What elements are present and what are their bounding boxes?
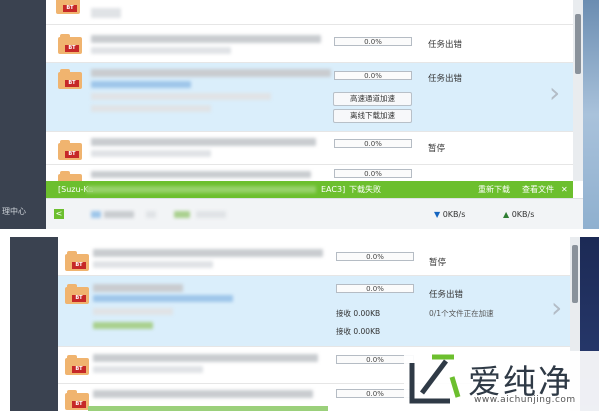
received-size-accel: 接收 0.00KB <box>336 327 381 336</box>
task-row[interactable]: BT 0.0% 暂停 <box>58 237 570 276</box>
task-status: 暂停 <box>428 144 446 154</box>
task-status: 暂停 <box>429 258 447 268</box>
scrollbar[interactable] <box>573 0 583 181</box>
progress-bar: 0.0% <box>336 284 414 293</box>
folder-bt-icon: BT <box>65 390 89 410</box>
folder-bt-icon: BT <box>65 355 89 375</box>
watermark: 爱纯净 www.aichunjing.com <box>404 351 599 411</box>
task-list: BT BT 0.0% 任务出错 BT 0.0% 任务出错 高速通道加速 离线下载… <box>46 0 573 191</box>
chevron-right-icon[interactable]: › <box>551 294 562 322</box>
status-footer: < ▼ 0KB/s ▲ 0KB/s <box>46 198 583 230</box>
sidebar-label: 理中心 <box>2 207 26 216</box>
progress-bar: 0.0% <box>336 355 414 364</box>
upload-arrow-icon: ▲ <box>503 210 510 219</box>
sidebar <box>0 0 46 229</box>
task-row-selected[interactable]: BT 0.0% 任务出错 高速通道加速 离线下载加速 › <box>46 63 573 132</box>
progress-bar: 0.0% <box>336 252 414 261</box>
folder-bt-icon: BT <box>65 284 89 304</box>
back-button[interactable]: < <box>54 209 64 219</box>
download-speed: ▼ 0KB/s <box>434 210 465 219</box>
panel-top: 理中心 BT BT 0.0% 任务出错 BT 0.0% 任务出错 高速通道加速 … <box>0 0 599 230</box>
progress-bar: 0.0% <box>334 37 412 46</box>
task-row[interactable]: BT 0.0% 任务出错 <box>46 25 573 63</box>
accel-file-count: 0/1个文件正在加速 <box>429 309 494 318</box>
watermark-logo <box>409 354 461 404</box>
error-banner: [Suzu-Ka EAC3] 下载失败 重新下载 查看文件 ✕ <box>46 181 573 198</box>
folder-bt-icon: BT <box>58 140 82 160</box>
download-arrow-icon: ▼ <box>434 210 441 219</box>
scrollbar-thumb[interactable] <box>572 245 578 303</box>
folder-bt-icon: BT <box>65 251 89 271</box>
progress-bar: 0.0% <box>334 71 412 80</box>
received-size: 接收 0.00KB <box>336 309 381 318</box>
view-file-link[interactable]: 查看文件 <box>522 181 554 198</box>
download-speed-value: 0KB/s <box>442 210 466 219</box>
watermark-url: www.aichunjing.com <box>474 395 576 405</box>
progress-bar: 0.0% <box>336 389 414 398</box>
offline-download-accel-button[interactable]: 离线下载加速 <box>333 109 412 123</box>
task-status: 任务出错 <box>428 74 463 84</box>
folder-bt-icon: BT <box>58 69 82 89</box>
upload-speed: ▲ 0KB/s <box>503 210 534 219</box>
folder-bt-icon: BT <box>56 0 80 14</box>
task-row[interactable]: 0.0% <box>46 165 573 191</box>
high-speed-accel-button[interactable]: 高速通道加速 <box>333 92 412 106</box>
progress-bar: 0.0% <box>334 139 412 148</box>
folder-bt-icon: BT <box>58 34 82 54</box>
sidebar <box>10 237 58 411</box>
upload-speed-value: 0KB/s <box>511 210 535 219</box>
progress-bar: 0.0% <box>334 169 412 178</box>
task-row[interactable]: BT 0.0% 暂停 <box>46 132 573 165</box>
task-status: 任务出错 <box>429 290 464 300</box>
error-filename-right: EAC3] <box>321 185 346 194</box>
task-status: 任务出错 <box>428 40 463 50</box>
error-message: 下载失败 <box>349 185 381 194</box>
green-strip <box>88 406 328 411</box>
background-image <box>583 0 599 229</box>
retry-download-link[interactable]: 重新下载 <box>478 181 510 198</box>
task-row-selected[interactable]: BT 0.0% 任务出错 接收 0.00KB 接收 0.00KB 0/1个文件正… <box>58 276 570 347</box>
chevron-right-icon[interactable]: › <box>549 79 560 107</box>
close-icon[interactable]: ✕ <box>561 181 568 198</box>
scrollbar-thumb[interactable] <box>575 14 581 74</box>
separator <box>0 229 599 237</box>
task-row[interactable]: BT <box>46 0 573 25</box>
